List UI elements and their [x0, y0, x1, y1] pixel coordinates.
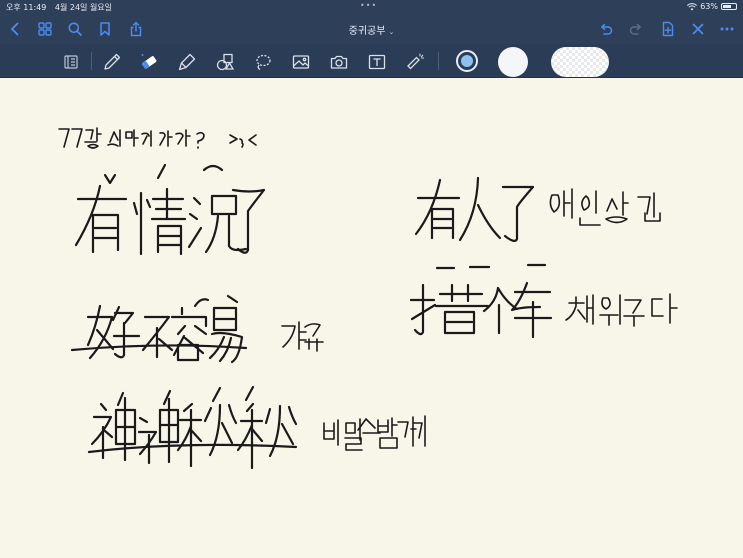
battery-fill: [723, 5, 731, 8]
chevron-down-icon[interactable]: ⌄: [388, 28, 394, 36]
undo-icon[interactable]: [597, 20, 615, 38]
pen-size-swatch[interactable]: [498, 47, 528, 77]
color-swatch-selected[interactable]: [456, 50, 478, 72]
add-page-icon[interactable]: [659, 20, 677, 38]
share-icon[interactable]: [127, 20, 145, 38]
status-date: 4월 24일 월요일: [54, 3, 113, 12]
navigation-bar: 중귀공부 ⌄: [0, 14, 743, 44]
document-title[interactable]: 중귀공부: [349, 26, 386, 37]
ink-phrase-1: [74, 163, 266, 256]
ink-phrase-3: [70, 294, 324, 364]
battery-icon: [721, 3, 737, 10]
wifi-icon: [687, 2, 698, 10]
handwriting-ink: [58, 127, 678, 470]
redo-icon[interactable]: [627, 20, 645, 38]
status-right: 63%: [687, 2, 737, 11]
note-canvas[interactable]: [0, 78, 743, 558]
page-layout-icon[interactable]: [60, 51, 82, 73]
lasso-icon[interactable]: [252, 51, 274, 73]
ink-phrase-5: [87, 385, 426, 470]
eraser-icon[interactable]: [138, 51, 160, 73]
tool-bar: [0, 44, 743, 78]
shapes-icon[interactable]: [214, 51, 236, 73]
multitasking-dots-icon[interactable]: •••: [360, 1, 377, 10]
search-icon[interactable]: [66, 20, 84, 38]
battery-percent: 63%: [700, 2, 718, 11]
image-icon[interactable]: [290, 51, 312, 73]
status-bar: 오후 11:49 4월 24일 월요일 ••• 63%: [0, 0, 743, 14]
camera-icon[interactable]: [328, 51, 350, 73]
chevron-left-icon[interactable]: [6, 20, 24, 38]
laser-pointer-icon[interactable]: [404, 51, 426, 73]
color-swatch-blue: [461, 55, 473, 67]
pen-icon[interactable]: [101, 51, 123, 73]
toolbar-divider: [438, 52, 439, 70]
toolbar-divider: [91, 52, 92, 70]
ink-phrase-2: [414, 176, 661, 243]
opacity-swatch[interactable]: [551, 47, 609, 77]
highlighter-icon[interactable]: [176, 51, 198, 73]
status-time: 오후 11:49: [6, 3, 47, 12]
ink-phrase-4: [409, 263, 678, 339]
more-icon[interactable]: [718, 20, 736, 38]
close-icon[interactable]: [689, 20, 707, 38]
grid-icon[interactable]: [36, 20, 54, 38]
status-left: 오후 11:49 4월 24일 월요일: [6, 2, 118, 13]
bookmark-icon[interactable]: [96, 20, 114, 38]
ink-heading: [58, 127, 257, 149]
text-icon[interactable]: [366, 51, 388, 73]
